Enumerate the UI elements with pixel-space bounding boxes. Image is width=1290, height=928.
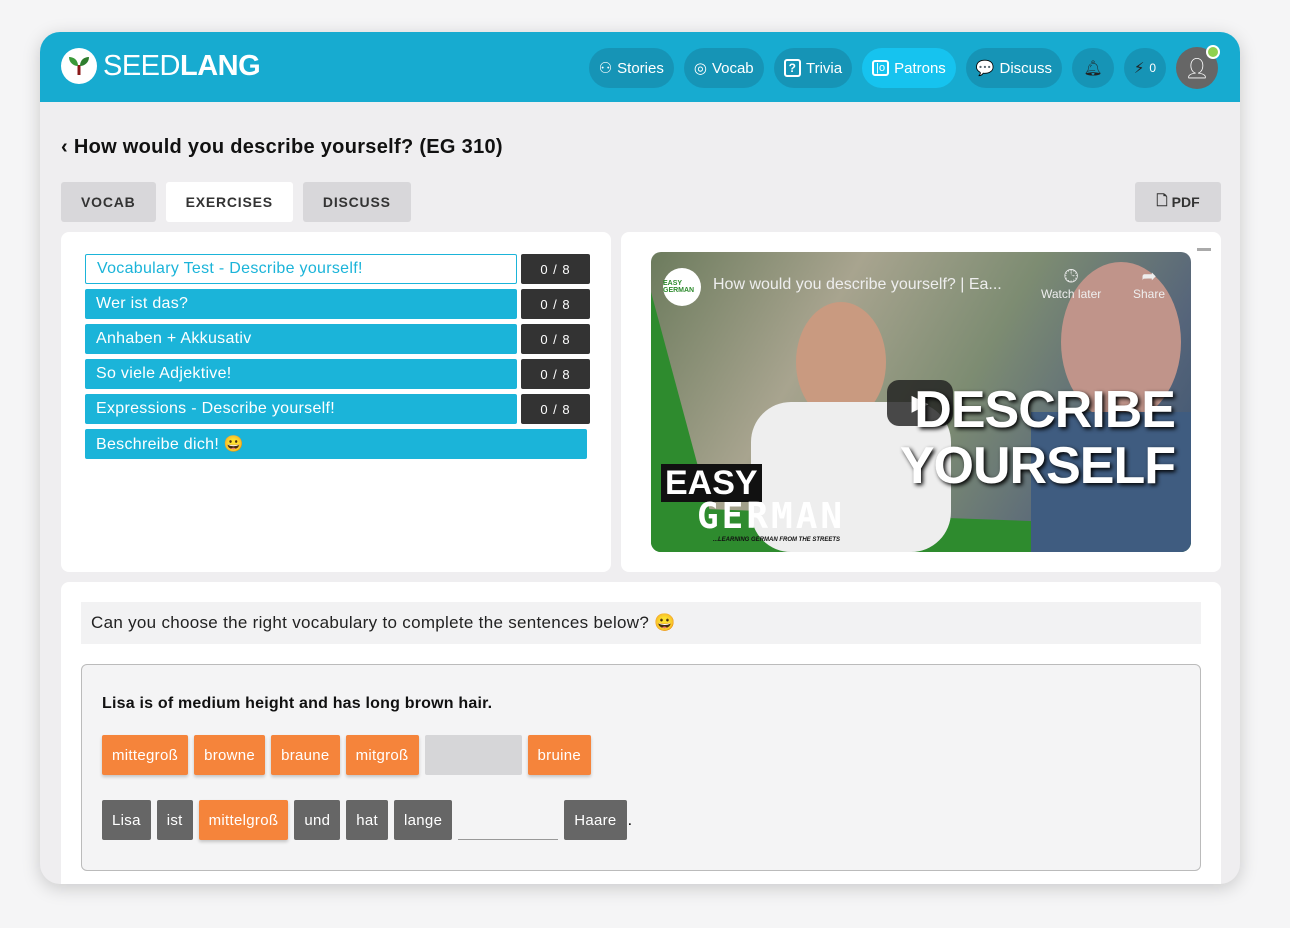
- tab-discuss[interactable]: DISCUSS: [302, 182, 411, 222]
- notifications-button[interactable]: 🔔︎: [1072, 48, 1114, 88]
- question-prompt: Lisa is of medium height and has long br…: [102, 695, 493, 712]
- sentence: Lisa ist mittelgroß und hat lange Haare …: [102, 800, 632, 840]
- exercise-list-panel: Vocabulary Test - Describe yourself! 0 / …: [61, 232, 611, 572]
- exercise-item[interactable]: Vocabulary Test - Describe yourself!: [85, 254, 517, 284]
- exercise-score: 0 / 8: [521, 394, 590, 424]
- thumbnail-brand: GERMAN: [697, 496, 846, 537]
- energy-button[interactable]: ⚡︎ 0: [1124, 48, 1166, 88]
- pdf-button[interactable]: 🗋 PDF: [1135, 182, 1221, 222]
- option-chip[interactable]: browne: [194, 735, 266, 775]
- brand-bold: LANG: [179, 49, 261, 82]
- brand-light: SEED: [103, 49, 180, 82]
- nav-patrons[interactable]: |o Patrons: [862, 48, 956, 88]
- nav-label: Patrons: [894, 59, 946, 77]
- exercise-item[interactable]: So viele Adjektive!: [85, 359, 517, 389]
- question-icon: ?: [783, 59, 801, 77]
- channel-avatar[interactable]: EASY GERMAN: [663, 268, 701, 306]
- page-title[interactable]: ‹ How would you describe yourself? (EG 3…: [61, 136, 503, 159]
- sentence-word: Haare: [564, 800, 627, 840]
- tab-vocab[interactable]: VOCAB: [61, 182, 156, 222]
- option-chip[interactable]: mittegroß: [102, 735, 189, 775]
- page-title-text: How would you describe yourself? (EG 310…: [73, 136, 503, 158]
- target-icon: ◎: [693, 60, 707, 77]
- exercise-score: 0 / 8: [521, 324, 590, 354]
- watch-later-button[interactable]: 🕒︎ Watch later: [1041, 266, 1101, 301]
- sentence-word: hat: [346, 800, 389, 840]
- nav-label: Stories: [617, 59, 664, 77]
- user-icon: 👤︎: [1184, 57, 1210, 80]
- energy-count: 0: [1149, 61, 1157, 75]
- instruction-text: Can you choose the right vocabulary to c…: [81, 602, 1201, 644]
- option-chip[interactable]: bruine: [527, 735, 592, 775]
- tab-exercises[interactable]: EXERCISES: [165, 182, 293, 222]
- empty-blank[interactable]: [458, 800, 559, 840]
- nav-label: Trivia: [806, 59, 843, 77]
- headline-line2: YOURSELF: [899, 437, 1176, 495]
- nav-label: Discuss: [999, 59, 1052, 77]
- share-button[interactable]: ➦ Share: [1133, 266, 1165, 301]
- share-icon: ➦: [1141, 266, 1157, 286]
- lightning-icon: ⚡︎: [1133, 60, 1145, 77]
- nav-discuss[interactable]: 💬 Discuss: [965, 48, 1062, 88]
- nav-vocab[interactable]: ◎ Vocab: [683, 48, 764, 88]
- sentence-word: Lisa: [102, 800, 151, 840]
- pdf-label: PDF: [1171, 194, 1200, 210]
- video-player[interactable]: EASY GERMAN How would you describe yours…: [651, 252, 1191, 552]
- exercise-item[interactable]: Beschreibe dich! 😀: [85, 429, 587, 459]
- stories-icon: ⚇: [598, 60, 613, 77]
- share-label: Share: [1133, 287, 1166, 301]
- sprout-icon: [61, 48, 97, 84]
- crown-icon: [1206, 45, 1220, 59]
- exercise-item[interactable]: Anhaben + Akkusativ: [85, 324, 517, 354]
- exercise-score: 0 / 8: [521, 289, 590, 319]
- thumbnail-tagline: ...LEARNING GERMAN FROM THE STREETS: [713, 537, 841, 543]
- sentence-word: und: [294, 800, 341, 840]
- used-option-slot: [424, 735, 522, 775]
- thumbnail-headline: DESCRIBE YOURSELF: [899, 381, 1176, 495]
- exercise-item[interactable]: Wer ist das?: [85, 289, 517, 319]
- nav-stories[interactable]: ⚇ Stories: [588, 48, 674, 88]
- sentence-end: .: [627, 812, 633, 829]
- logo[interactable]: SEEDLANG: [61, 48, 261, 84]
- clock-icon: 🕒︎: [1064, 266, 1079, 286]
- sentence-word: lange: [394, 800, 453, 840]
- filled-blank[interactable]: mittelgroß: [198, 800, 289, 840]
- exercise-item[interactable]: Expressions - Describe yourself!: [85, 394, 517, 424]
- headline-line1: DESCRIBE: [914, 381, 1176, 439]
- option-chip[interactable]: braune: [271, 735, 340, 775]
- video-panel: EASY GERMAN How would you describe yours…: [621, 232, 1221, 572]
- minimize-icon[interactable]: [1197, 248, 1211, 251]
- patreon-icon: |o: [872, 60, 890, 76]
- avatar[interactable]: 👤︎: [1176, 45, 1220, 89]
- sentence-word: ist: [156, 800, 193, 840]
- file-icon: 🗋: [1156, 192, 1168, 208]
- exercise-panel: Can you choose the right vocabulary to c…: [61, 582, 1221, 884]
- option-chip[interactable]: mitgroß: [345, 735, 419, 775]
- exercise-score: 0 / 8: [521, 359, 590, 389]
- header: SEEDLANG ⚇ Stories ◎ Vocab ? Trivia |o Patro…: [40, 32, 1240, 102]
- video-title[interactable]: How would you describe yourself? | Ea...: [713, 276, 1002, 294]
- bell-icon: 🔔︎: [1083, 60, 1103, 77]
- chat-icon: 💬: [975, 60, 995, 77]
- option-list: mittegroß browne braune mitgroß bruine: [102, 735, 592, 775]
- nav-label: Vocab: [711, 59, 754, 77]
- exercise-score: 0 / 8: [521, 254, 590, 284]
- watch-later-label: Watch later: [1041, 287, 1102, 301]
- question-card: Lisa is of medium height and has long br…: [81, 664, 1201, 871]
- app-window: SEEDLANG ⚇ Stories ◎ Vocab ? Trivia |o Patro…: [40, 32, 1240, 884]
- nav-trivia[interactable]: ? Trivia: [773, 48, 853, 88]
